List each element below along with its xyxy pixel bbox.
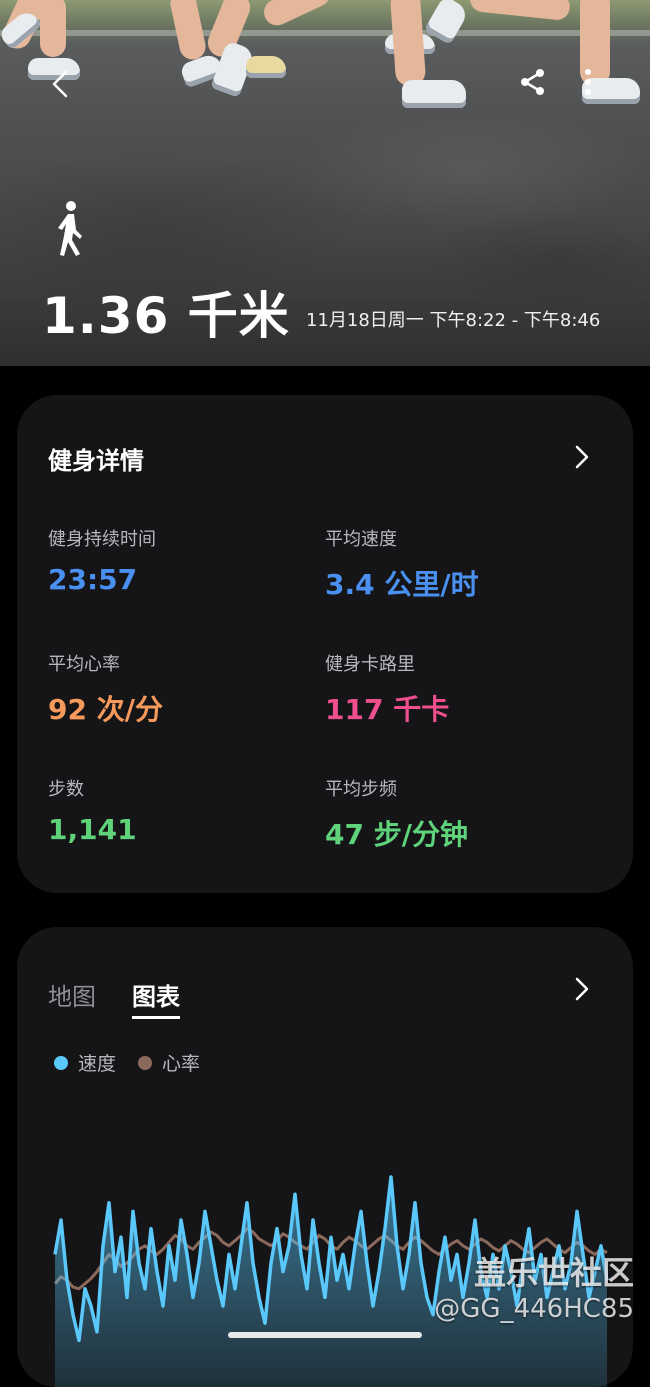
chevron-right-icon <box>575 445 589 469</box>
walking-person-icon <box>58 201 82 256</box>
stat-label: 健身卡路里 <box>325 654 415 675</box>
stat-label: 步数 <box>48 779 84 800</box>
home-indicator[interactable] <box>228 1332 422 1338</box>
card-title: 健身详情 <box>48 447 144 475</box>
running-shoe <box>402 80 466 108</box>
workout-details-card[interactable]: 健身详情 健身持续时间 23:57 平均速度 3.4 公里/时 平均心率 92 … <box>17 395 633 893</box>
stat-label: 平均步频 <box>325 779 397 800</box>
share-icon <box>521 69 544 95</box>
runner-leg <box>389 0 427 87</box>
stat-label: 平均心率 <box>48 654 120 675</box>
watermark-community: 盖乐世社区 <box>473 1254 634 1292</box>
back-button[interactable] <box>38 62 82 106</box>
running-shoe <box>246 56 286 78</box>
watermark-user: @GG_446HC85 <box>434 1294 634 1324</box>
back-arrow-icon <box>52 70 68 98</box>
more-vertical-icon <box>585 69 591 95</box>
stat-avg-cadence: 平均步频 47 步/分钟 <box>325 775 468 853</box>
hero-photo: 1.36 千米 11月18日周一 下午8:22 - 下午8:46 <box>0 0 650 366</box>
stat-value: 117 千卡 <box>325 693 450 726</box>
runner-leg <box>40 0 66 57</box>
stat-steps: 步数 1,141 <box>48 775 137 846</box>
session-time-range: 11月18日周一 下午8:22 - 下午8:46 <box>306 310 601 331</box>
stat-value: 1,141 <box>48 813 137 846</box>
stat-value: 47 步/分钟 <box>325 818 468 851</box>
stat-label: 平均速度 <box>325 529 397 550</box>
stat-avg-heart-rate: 平均心率 92 次/分 <box>48 650 163 728</box>
details-chevron-button[interactable] <box>567 442 597 472</box>
more-options-button[interactable] <box>566 60 610 104</box>
stat-duration: 健身持续时间 23:57 <box>48 525 156 596</box>
distance-value: 1.36 千米 <box>42 287 290 345</box>
stat-avg-speed: 平均速度 3.4 公里/时 <box>325 525 479 603</box>
stat-value: 3.4 公里/时 <box>325 568 479 601</box>
stat-label: 健身持续时间 <box>48 529 156 550</box>
stat-value: 23:57 <box>48 563 138 596</box>
share-button[interactable] <box>511 60 555 104</box>
stat-value: 92 次/分 <box>48 693 163 726</box>
stat-calories: 健身卡路里 117 千卡 <box>325 650 449 728</box>
